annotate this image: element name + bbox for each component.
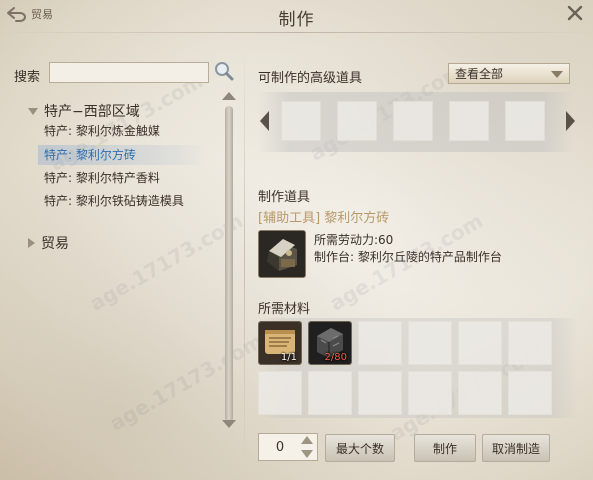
- watermark: age.17173.com: [85, 208, 248, 316]
- material-slot: [358, 321, 402, 365]
- craft-item-icon[interactable]: [258, 230, 306, 278]
- expanded-arrow-icon: [28, 107, 38, 115]
- chevron-down-icon: [551, 71, 563, 78]
- advanced-item-slot[interactable]: [337, 101, 377, 141]
- material-count: 2/80: [324, 352, 347, 363]
- material-slot: [458, 321, 502, 365]
- prev-arrow-button[interactable]: [260, 111, 269, 131]
- header-divider: [0, 32, 593, 33]
- material-slot: [308, 371, 352, 415]
- scrollbar-thumb[interactable]: [225, 106, 233, 422]
- advanced-item-slot[interactable]: [449, 101, 489, 141]
- material-item-scroll[interactable]: 1/1: [258, 321, 302, 365]
- scroll-up-arrow[interactable]: [222, 92, 236, 100]
- quantity-spinner: [299, 436, 315, 458]
- labor-cost: 所需劳动力:60: [314, 233, 394, 247]
- search-label: 搜索: [14, 70, 41, 85]
- material-slot: [458, 371, 502, 415]
- tree-item[interactable]: 特产: 黎利尔铁砧铸造模具: [44, 191, 214, 211]
- collapsed-arrow-icon: [28, 238, 35, 248]
- material-slot: [258, 371, 302, 415]
- material-slot: [508, 321, 552, 365]
- scroll-down-arrow[interactable]: [222, 420, 236, 428]
- advanced-item-slot[interactable]: [393, 101, 433, 141]
- decrement-arrow-icon[interactable]: [301, 450, 313, 458]
- tree-item[interactable]: 特产: 黎利尔特产香料: [44, 168, 214, 188]
- close-icon: [567, 5, 583, 21]
- category-group-western-specialty[interactable]: 特产−西部区域: [28, 101, 140, 121]
- dropdown-value: 查看全部: [455, 67, 504, 81]
- brick-tool-icon: [259, 231, 305, 277]
- tree-item-selected[interactable]: 特产: 黎利尔方砖: [38, 145, 208, 165]
- category-label: 特产−西部区域: [44, 104, 140, 120]
- category-group-trade[interactable]: 贸易: [28, 233, 69, 253]
- material-slot: [408, 321, 452, 365]
- close-button[interactable]: [565, 3, 585, 23]
- material-slot: [508, 371, 552, 415]
- crafting-station: 制作台: 黎利尔丘陵的特产品制作台: [314, 250, 502, 264]
- tree-item[interactable]: 特产: 黎利尔炼金触媒: [44, 121, 214, 141]
- window-title: 制作: [278, 10, 315, 30]
- craft-item-title: 制作道具: [258, 190, 311, 205]
- view-filter-dropdown[interactable]: 查看全部: [448, 63, 570, 84]
- materials-title: 所需材料: [258, 302, 311, 317]
- search-input[interactable]: [49, 62, 209, 83]
- craft-item-name: [辅助工具] 黎利尔方砖: [258, 211, 390, 226]
- material-slot: [358, 371, 402, 415]
- search-button[interactable]: [213, 60, 235, 82]
- search-icon: [215, 62, 234, 81]
- watermark: age.17173.com: [105, 328, 268, 436]
- category-label: 贸易: [41, 236, 69, 252]
- advanced-items-title: 可制作的高级道具: [258, 71, 363, 86]
- quantity-stepper[interactable]: [258, 433, 318, 461]
- quantity-input[interactable]: [259, 438, 301, 456]
- max-quantity-button[interactable]: 最大个数: [325, 434, 395, 462]
- advanced-item-slot[interactable]: [281, 101, 321, 141]
- cancel-crafting-button[interactable]: 取消制造: [482, 434, 550, 462]
- crafting-window: age.17173.com age.17173.com age.17173.co…: [0, 0, 593, 480]
- material-count: 1/1: [280, 352, 297, 363]
- material-item-stone-block[interactable]: 2/80: [308, 321, 352, 365]
- increment-arrow-icon[interactable]: [301, 436, 313, 444]
- advanced-item-slot[interactable]: [505, 101, 545, 141]
- next-arrow-button[interactable]: [566, 111, 575, 131]
- panel-divider: [244, 44, 245, 469]
- craft-button[interactable]: 制作: [414, 434, 476, 462]
- material-slot: [408, 371, 452, 415]
